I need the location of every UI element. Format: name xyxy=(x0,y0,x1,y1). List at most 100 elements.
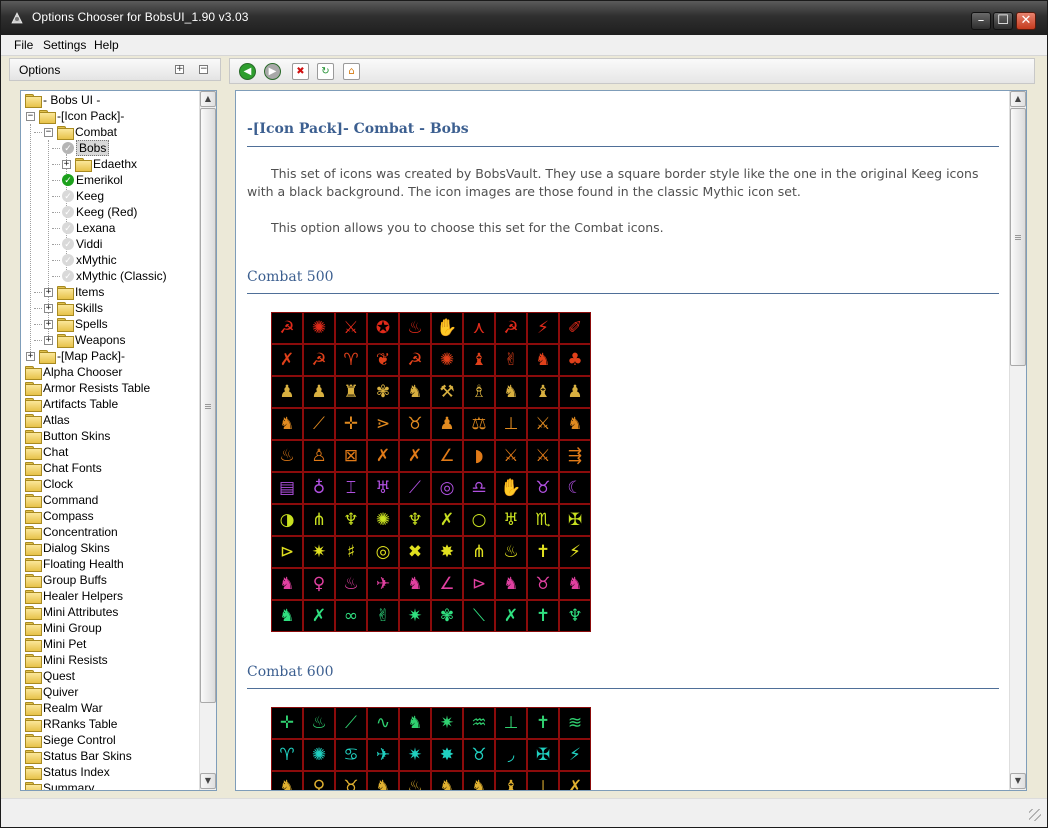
tree-item-map-pack[interactable]: + -[Map Pack]- xyxy=(21,348,199,364)
tree-item-weapons[interactable]: + Weapons xyxy=(21,332,199,348)
tree-scrollbar[interactable]: ▲ ▼ xyxy=(199,91,216,790)
combat-icon-cell: ♞ xyxy=(399,568,431,600)
combat-icon: ✛ xyxy=(343,414,359,434)
folder-icon xyxy=(25,622,42,636)
tree-expander-icon[interactable]: + xyxy=(44,320,53,329)
tree-item-icon-pack[interactable]: − -[Icon Pack]- xyxy=(21,108,199,124)
folder-icon xyxy=(25,670,42,684)
content-scroll-down-button[interactable]: ▼ xyxy=(1010,773,1026,789)
menu-settings[interactable]: Settings xyxy=(43,38,86,52)
tree-item-compass[interactable]: Compass xyxy=(21,508,199,524)
refresh-icon[interactable]: ↻ xyxy=(317,63,334,80)
tree-scroll-thumb[interactable] xyxy=(200,108,216,703)
tree-item-lexana[interactable]: ✓ Lexana xyxy=(21,220,199,236)
combat-icon: ✈ xyxy=(375,574,391,594)
expand-all-button[interactable]: + xyxy=(175,65,184,74)
stop-icon[interactable]: ✖ xyxy=(292,63,309,80)
minimize-button[interactable]: – xyxy=(971,12,991,30)
title-bar[interactable]: Options Chooser for BobsUI_1.90 v3.03 – … xyxy=(1,1,1047,35)
tree-item-siege-control[interactable]: Siege Control xyxy=(21,732,199,748)
tree-expander-icon[interactable]: − xyxy=(44,128,53,137)
tree-item-quest[interactable]: Quest xyxy=(21,668,199,684)
tree-item-armor-resists-table[interactable]: Armor Resists Table xyxy=(21,380,199,396)
combat-icon: ♞ xyxy=(407,713,423,733)
tree-scroll-up-button[interactable]: ▲ xyxy=(200,91,216,107)
menu-file[interactable]: File xyxy=(14,38,33,52)
resize-grip[interactable] xyxy=(1029,809,1041,821)
tree-item-chat-fonts[interactable]: Chat Fonts xyxy=(21,460,199,476)
tree-expander-icon[interactable]: − xyxy=(26,112,35,121)
tree-item-quiver[interactable]: Quiver xyxy=(21,684,199,700)
tree-item-realm-war[interactable]: Realm War xyxy=(21,700,199,716)
tree-item-alpha-chooser[interactable]: Alpha Chooser xyxy=(21,364,199,380)
tree-expander-icon[interactable]: + xyxy=(44,288,53,297)
tree-item-mini-attributes[interactable]: Mini Attributes xyxy=(21,604,199,620)
tree-item-dialog-skins[interactable]: Dialog Skins xyxy=(21,540,199,556)
tree-item-rranks-table[interactable]: RRanks Table xyxy=(21,716,199,732)
combat-icon: ⊳ xyxy=(471,574,487,594)
combat-icon-cell: ❦ xyxy=(367,344,399,376)
tree-item-viddi[interactable]: ✓ Viddi xyxy=(21,236,199,252)
tree-item-keeg-red[interactable]: ✓ Keeg (Red) xyxy=(21,204,199,220)
combat-icon-cell: ✛ xyxy=(271,707,303,739)
tree-item-label: xMythic xyxy=(76,253,117,267)
tree-item-spells[interactable]: + Spells xyxy=(21,316,199,332)
combat-icon-cell: ⚡ xyxy=(559,536,591,568)
tree-item-mini-pet[interactable]: Mini Pet xyxy=(21,636,199,652)
tree-item-clock[interactable]: Clock xyxy=(21,476,199,492)
tree-item-bobs[interactable]: ✓ Bobs xyxy=(21,140,199,156)
tree-expander-icon[interactable]: + xyxy=(26,352,35,361)
content-scrollbar[interactable]: ▲ ▼ xyxy=(1009,91,1026,790)
options-tree[interactable]: - Bobs UI - − -[Icon Pack]- − Combat ✓ Bobs + Ed… xyxy=(20,90,217,791)
combat-icon: ✝ xyxy=(535,713,551,733)
tree-item-skills[interactable]: + Skills xyxy=(21,300,199,316)
combat-icon: ✐ xyxy=(567,318,583,338)
tree-item-floating-health[interactable]: Floating Health xyxy=(21,556,199,572)
combat-icon: ✷ xyxy=(407,606,423,626)
tree-item-concentration[interactable]: Concentration xyxy=(21,524,199,540)
tree-item-label: Mini Pet xyxy=(43,637,87,651)
folder-icon xyxy=(25,654,42,668)
tree-item-artifacts-table[interactable]: Artifacts Table xyxy=(21,396,199,412)
close-button[interactable]: ✕ xyxy=(1016,12,1036,30)
collapse-all-button[interactable]: − xyxy=(199,65,208,74)
combat-icon-cell: ✸ xyxy=(431,739,463,771)
tree-item-mini-resists[interactable]: Mini Resists xyxy=(21,652,199,668)
tree-item-items[interactable]: + Items xyxy=(21,284,199,300)
tree-item-combat[interactable]: − Combat xyxy=(21,124,199,140)
tree-item-emerikol[interactable]: ✓ Emerikol xyxy=(21,172,199,188)
content-scroll-thumb[interactable] xyxy=(1010,108,1026,366)
tree-item-edaethx[interactable]: + Edaethx xyxy=(21,156,199,172)
tree-item-mini-group[interactable]: Mini Group xyxy=(21,620,199,636)
combat-icon: ♀ xyxy=(312,777,326,790)
menu-help[interactable]: Help xyxy=(94,38,119,52)
tree-item-group-buffs[interactable]: Group Buffs xyxy=(21,572,199,588)
home-icon[interactable]: ⌂ xyxy=(343,63,360,80)
tree-connector-line xyxy=(52,276,60,277)
combat-icon: ✝ xyxy=(535,606,551,626)
tree-expander-icon[interactable]: + xyxy=(44,304,53,313)
tree-item-status-bar-skins[interactable]: Status Bar Skins xyxy=(21,748,199,764)
back-icon[interactable]: ◀ xyxy=(239,63,256,80)
combat-icon: ♞ xyxy=(279,414,295,434)
tree-item-atlas[interactable]: Atlas xyxy=(21,412,199,428)
tree-item-command[interactable]: Command xyxy=(21,492,199,508)
tree-item-bobs-ui[interactable]: - Bobs UI - xyxy=(21,92,199,108)
tree-item-xmythic[interactable]: ✓ xMythic xyxy=(21,252,199,268)
combat-icon-cell: ∞ xyxy=(335,600,367,632)
combat-icon: ♞ xyxy=(407,574,423,594)
tree-item-button-skins[interactable]: Button Skins xyxy=(21,428,199,444)
content-scroll-up-button[interactable]: ▲ xyxy=(1010,91,1026,107)
tree-item-summary[interactable]: Summary xyxy=(21,780,199,790)
tree-item-status-index[interactable]: Status Index xyxy=(21,764,199,780)
tree-expander-icon[interactable]: + xyxy=(44,336,53,345)
tree-expander-icon[interactable]: + xyxy=(62,160,71,169)
tree-item-keeg[interactable]: ✓ Keeg xyxy=(21,188,199,204)
combat-icon-cell: ♀ xyxy=(303,568,335,600)
tree-scroll-down-button[interactable]: ▼ xyxy=(200,773,216,789)
tree-item-chat[interactable]: Chat xyxy=(21,444,199,460)
tree-item-healer-helpers[interactable]: Healer Helpers xyxy=(21,588,199,604)
tree-item-xmythic-classic[interactable]: ✓ xMythic (Classic) xyxy=(21,268,199,284)
forward-icon[interactable]: ▶ xyxy=(264,63,281,80)
maximize-button[interactable]: ☐ xyxy=(993,12,1013,30)
